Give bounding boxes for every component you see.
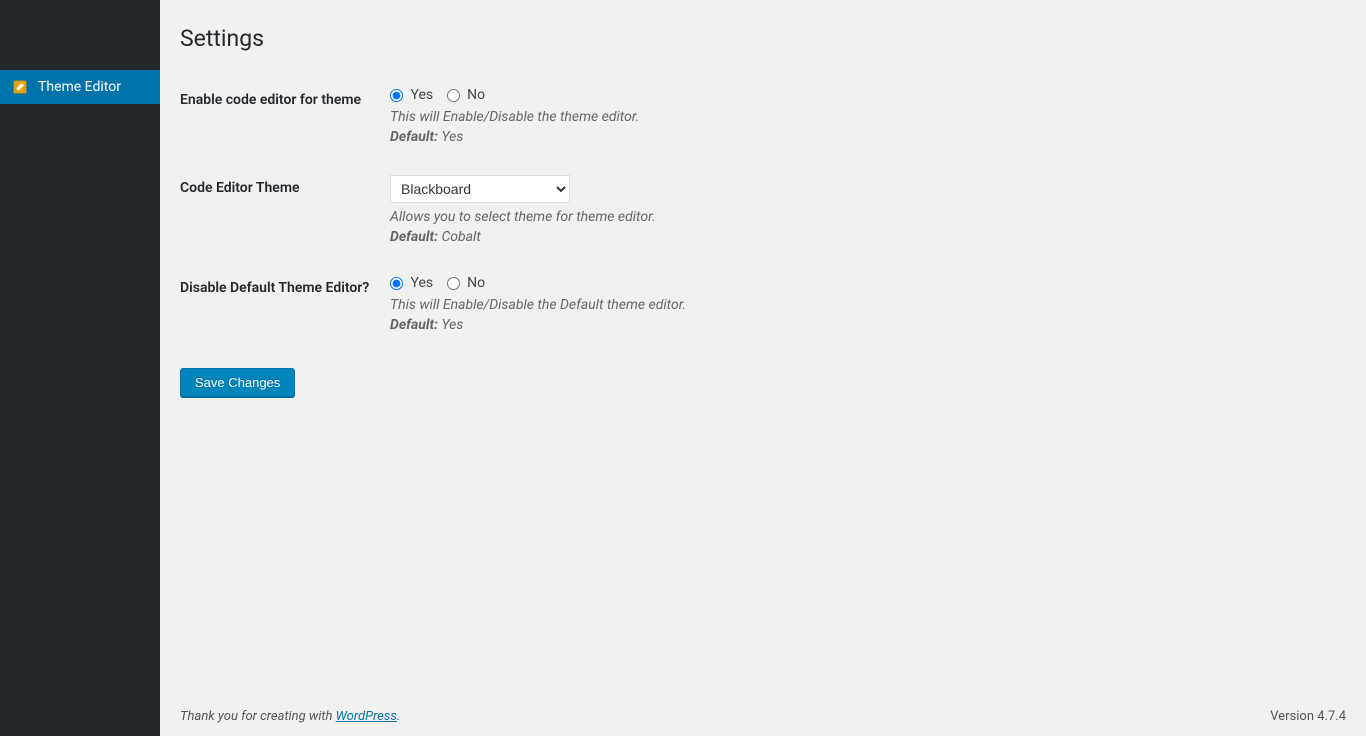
radio-label: No (467, 87, 485, 103)
footer-thanks-prefix: Thank you for creating with (180, 709, 336, 724)
radio-enable-yes[interactable] (390, 89, 403, 102)
pencil-icon (10, 77, 30, 97)
setting-label: Enable code editor for theme (180, 72, 380, 160)
radio-option-yes[interactable]: Yes (390, 275, 437, 291)
sidebar-item-label: Theme Editor (38, 79, 121, 95)
page-title: Settings (180, 25, 1346, 52)
default-value: Cobalt (441, 229, 480, 245)
settings-form-table: Enable code editor for theme Yes No This… (180, 72, 1346, 348)
setting-description: This will Enable/Disable the theme edito… (390, 109, 1336, 125)
setting-field: Blackboard Allows you to select theme fo… (380, 160, 1346, 260)
setting-row-enable-editor: Enable code editor for theme Yes No This… (180, 72, 1346, 160)
setting-field: Yes No This will Enable/Disable the them… (380, 72, 1346, 160)
radio-label: Yes (410, 87, 433, 103)
footer-version: Version 4.7.4 (1270, 709, 1346, 724)
default-label: Default: (390, 317, 438, 333)
setting-label: Disable Default Theme Editor? (180, 260, 380, 348)
sidebar-item-theme-editor[interactable]: Theme Editor (0, 70, 160, 104)
main-content: Settings Enable code editor for theme Ye… (160, 0, 1366, 736)
select-code-theme[interactable]: Blackboard (390, 175, 570, 203)
radio-disable-yes[interactable] (390, 277, 403, 290)
default-label: Default: (390, 229, 438, 245)
save-button[interactable]: Save Changes (180, 368, 295, 397)
setting-label: Code Editor Theme (180, 160, 380, 260)
radio-group-enable-editor: Yes No (390, 87, 1336, 103)
radio-option-yes[interactable]: Yes (390, 87, 437, 103)
radio-disable-no[interactable] (447, 277, 460, 290)
setting-description: This will Enable/Disable the Default the… (390, 297, 1336, 313)
setting-default: Default: Yes (390, 317, 1336, 333)
radio-group-disable-default: Yes No (390, 275, 1336, 291)
setting-description: Allows you to select theme for theme edi… (390, 209, 1336, 225)
setting-row-code-theme: Code Editor Theme Blackboard Allows you … (180, 160, 1346, 260)
setting-default: Default: Cobalt (390, 229, 1336, 245)
setting-default: Default: Yes (390, 129, 1336, 145)
setting-row-disable-default: Disable Default Theme Editor? Yes No Thi… (180, 260, 1346, 348)
admin-sidebar: Theme Editor (0, 0, 160, 736)
footer-wordpress-link[interactable]: WordPress (336, 709, 397, 724)
admin-footer: Thank you for creating with WordPress. V… (160, 696, 1366, 736)
setting-field: Yes No This will Enable/Disable the Defa… (380, 260, 1346, 348)
radio-label: Yes (410, 275, 433, 291)
radio-option-no[interactable]: No (447, 87, 485, 103)
radio-option-no[interactable]: No (447, 275, 485, 291)
radio-enable-no[interactable] (447, 89, 460, 102)
radio-label: No (467, 275, 485, 291)
footer-thanks-suffix: . (397, 709, 400, 724)
default-label: Default: (390, 129, 438, 145)
default-value: Yes (441, 129, 463, 145)
default-value: Yes (441, 317, 463, 333)
footer-thanks: Thank you for creating with WordPress. (180, 709, 400, 724)
